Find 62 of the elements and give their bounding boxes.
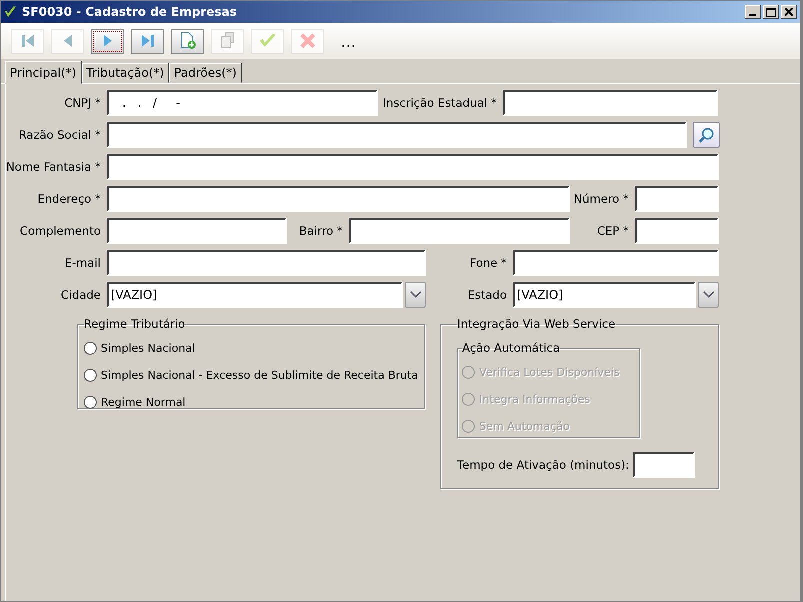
close-icon <box>785 8 793 16</box>
dropdown-field[interactable]: [VAZIO] <box>107 282 403 308</box>
maximize-button[interactable] <box>763 5 779 19</box>
documents-icon <box>218 32 236 50</box>
radio-option[interactable]: Simples Nacional - Excesso de Sublimite de Receita Bruta <box>84 362 418 389</box>
next-record-button[interactable] <box>91 28 124 54</box>
text-field[interactable] <box>513 250 719 276</box>
skip-first-icon <box>20 33 34 49</box>
dropdown-button[interactable] <box>405 282 426 308</box>
text-field[interactable] <box>107 154 719 180</box>
skip-last-icon <box>140 33 154 49</box>
text-field[interactable] <box>503 90 718 116</box>
more-button[interactable]: ... <box>335 32 362 50</box>
tab[interactable]: Tributação(*) <box>82 63 170 83</box>
field-label: Complemento <box>19 224 102 238</box>
left-triangle-icon <box>62 33 72 49</box>
chevron-down-icon <box>410 291 422 299</box>
group-title: Integração Via Web Service <box>457 317 616 331</box>
text-field[interactable]: . . / - <box>107 90 378 116</box>
group-title: Regime Tributário <box>84 317 186 331</box>
text-field[interactable] <box>635 218 719 244</box>
text-field[interactable] <box>633 452 696 478</box>
cross-icon <box>300 33 316 49</box>
right-triangle-icon <box>102 33 112 49</box>
tab[interactable]: Padrões(*) <box>169 63 242 83</box>
field-label: Estado <box>466 288 508 302</box>
text-field[interactable] <box>107 186 570 212</box>
field-label: Nome Fantasia * <box>5 160 102 174</box>
field-label: Tempo de Ativação (minutos): <box>457 458 630 472</box>
field-label: Endereço * <box>36 192 102 206</box>
text-field[interactable] <box>635 186 719 212</box>
field-label: Número * <box>572 192 630 206</box>
close-button[interactable] <box>781 5 797 19</box>
check-logo-icon <box>4 5 18 19</box>
last-record-button[interactable] <box>131 28 164 54</box>
tab[interactable]: Principal(*) <box>5 61 82 84</box>
checkmark-icon <box>258 33 276 49</box>
field-label: E-mail <box>64 256 102 270</box>
radio-option[interactable]: Regime Normal <box>84 389 418 416</box>
field-label: Inscrição Estadual * <box>382 96 498 110</box>
field-label: Cidade <box>60 288 102 302</box>
dropdown-field[interactable]: [VAZIO] <box>513 282 696 308</box>
dropdown-button[interactable] <box>698 282 719 308</box>
field-label: CNPJ * <box>64 96 102 110</box>
field-label: Fone * <box>468 256 508 270</box>
search-button[interactable] <box>693 122 720 148</box>
text-field[interactable] <box>107 122 687 148</box>
field-label: Bairro * <box>298 224 344 238</box>
text-field[interactable] <box>349 218 570 244</box>
text-field[interactable] <box>107 218 287 244</box>
field-label: Razão Social * <box>18 128 102 142</box>
new-record-button[interactable] <box>171 28 204 54</box>
window-title: SF0030 - Cadastro de Empresas <box>22 5 238 19</box>
search-icon <box>698 127 714 143</box>
field-label: CEP * <box>596 224 630 238</box>
chevron-down-icon <box>702 291 714 299</box>
maximize-icon <box>766 8 776 16</box>
group-title: Ação Automática <box>462 341 560 355</box>
new-document-icon <box>178 32 196 50</box>
radio-option[interactable]: Simples Nacional <box>84 335 418 362</box>
text-field[interactable] <box>107 250 426 276</box>
minimize-button[interactable] <box>745 5 761 19</box>
